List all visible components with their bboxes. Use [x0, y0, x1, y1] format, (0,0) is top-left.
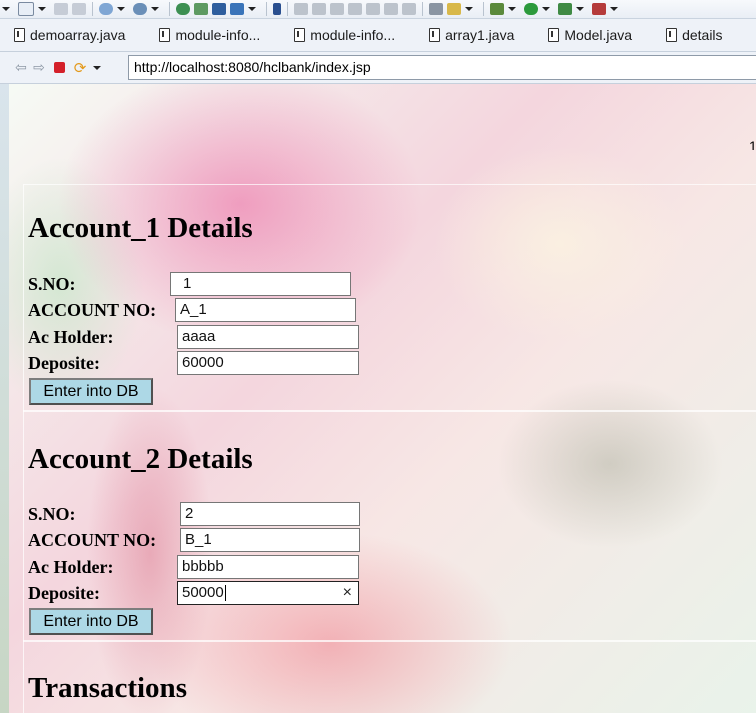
account2-enter-db-button[interactable]: Enter into DB [29, 608, 153, 635]
new-wizard-icon[interactable] [99, 3, 113, 15]
toolbar-separator [483, 2, 484, 16]
account2-account-input[interactable]: B_1 [180, 528, 360, 552]
editor-tab-bar: demoarray.java module-info... module-inf… [0, 19, 756, 52]
transactions-title: Transactions [28, 672, 187, 704]
tab-label: Model.java [564, 27, 633, 43]
tab-module-info-2[interactable]: module-info... [274, 19, 409, 51]
account2-deposit-value: 50000 [182, 584, 224, 601]
stop-icon[interactable] [54, 62, 65, 73]
account2-holder-label: Ac Holder: [28, 557, 114, 577]
tab-details[interactable]: details [646, 19, 736, 51]
toolbar-dropdown-icon[interactable] [610, 7, 618, 11]
account2-title: Account_2 Details [28, 443, 253, 475]
section-divider [23, 410, 756, 412]
coverage-icon[interactable] [558, 3, 572, 15]
account2-deposit-label: Deposite: [28, 583, 100, 603]
toolbar-dropdown-icon[interactable] [2, 7, 10, 11]
account2-deposit-input[interactable]: 50000 × [177, 581, 359, 605]
toolbar-dropdown-icon[interactable] [465, 7, 473, 11]
console-icon[interactable] [212, 3, 226, 15]
tab-array1[interactable]: array1.java [409, 19, 528, 51]
java-file-icon [159, 28, 171, 42]
java-file-icon [14, 28, 25, 42]
account2-sno-input[interactable]: 2 [180, 502, 360, 526]
url-input[interactable]: http://localhost:8080/hclbank/index.jsp [128, 55, 756, 80]
toolbar-separator [422, 2, 423, 16]
web-page: 1 Account_1 Details S.NO: 1 ACCOUNT NO: … [0, 84, 756, 713]
tab-demoarray[interactable]: demoarray.java [0, 19, 139, 51]
refresh-icon[interactable]: ⟳ [71, 59, 89, 77]
run-icon[interactable] [524, 3, 538, 15]
page-edge-glyph: 1 [749, 138, 756, 150]
tab-label: details [682, 27, 723, 43]
toolbar-separator [287, 2, 288, 16]
terminate-icon[interactable] [330, 3, 344, 15]
account1-enter-db-button[interactable]: Enter into DB [29, 378, 153, 405]
account1-holder-input[interactable]: aaaa [177, 325, 359, 349]
step-into-icon[interactable] [366, 3, 380, 15]
task-list-icon[interactable] [230, 3, 244, 15]
back-arrow-icon[interactable]: ⇦ [12, 59, 30, 77]
account2-holder-input[interactable]: bbbbb [177, 555, 359, 579]
toolbar-separator [169, 2, 170, 16]
pin-icon[interactable] [273, 3, 281, 15]
account1-account-label: ACCOUNT NO: [28, 300, 157, 320]
toolbar-dropdown-icon[interactable] [542, 7, 550, 11]
skip-breakpoints-icon[interactable] [447, 3, 461, 15]
account2-sno-label: S.NO: [28, 504, 76, 524]
step-over-icon[interactable] [384, 3, 398, 15]
save-icon[interactable] [54, 3, 68, 15]
step-return-icon[interactable] [402, 3, 416, 15]
tab-label: array1.java [445, 27, 515, 43]
disconnect-icon[interactable] [348, 3, 362, 15]
toolbar-dropdown-icon[interactable] [248, 7, 256, 11]
debug-icon[interactable] [490, 3, 504, 15]
save-all-icon[interactable] [72, 3, 86, 15]
account1-sno-input[interactable]: 1 [170, 272, 351, 296]
toolbar-dropdown-icon[interactable] [38, 7, 46, 11]
server-icon[interactable] [133, 3, 147, 15]
run-debug-icon[interactable] [194, 3, 208, 15]
section-divider [23, 640, 756, 642]
tab-label: module-info... [175, 27, 261, 43]
java-file-icon [548, 28, 560, 42]
account1-deposit-label: Deposite: [28, 353, 100, 373]
text-caret [224, 585, 226, 602]
tab-model[interactable]: Model.java [528, 19, 646, 51]
java-file-icon [666, 28, 678, 42]
globe-icon[interactable] [176, 3, 190, 15]
suspend-icon[interactable] [312, 3, 326, 15]
account1-account-input[interactable]: A_1 [175, 298, 356, 322]
toolbar-dropdown-icon[interactable] [117, 7, 125, 11]
external-tools-icon[interactable] [592, 3, 606, 15]
history-dropdown-icon[interactable] [93, 65, 101, 70]
tab-label: module-info... [310, 27, 396, 43]
java-file-icon [294, 28, 306, 42]
tab-label: demoarray.java [30, 27, 126, 43]
toolbar-separator [266, 2, 267, 16]
left-gutter [0, 84, 9, 713]
ide-toolbar [0, 0, 756, 19]
new-file-icon[interactable] [18, 2, 34, 16]
account1-holder-label: Ac Holder: [28, 327, 114, 347]
account1-sno-label: S.NO: [28, 274, 76, 294]
java-file-icon [429, 28, 441, 42]
account1-deposit-input[interactable]: 60000 [177, 351, 359, 375]
use-step-filters-icon[interactable] [429, 3, 443, 15]
toolbar-dropdown-icon[interactable] [151, 7, 159, 11]
toolbar-dropdown-icon[interactable] [576, 7, 584, 11]
account2-account-label: ACCOUNT NO: [28, 530, 157, 550]
forward-arrow-icon[interactable]: ⇨ [30, 59, 48, 77]
resume-icon[interactable] [294, 3, 308, 15]
clear-icon[interactable]: × [343, 582, 352, 604]
toolbar-dropdown-icon[interactable] [508, 7, 516, 11]
account1-title: Account_1 Details [28, 212, 253, 244]
toolbar-separator [92, 2, 93, 16]
browser-nav-bar: ⇦ ⇨ ⟳ http://localhost:8080/hclbank/inde… [0, 52, 756, 84]
tab-module-info-1[interactable]: module-info... [139, 19, 274, 51]
